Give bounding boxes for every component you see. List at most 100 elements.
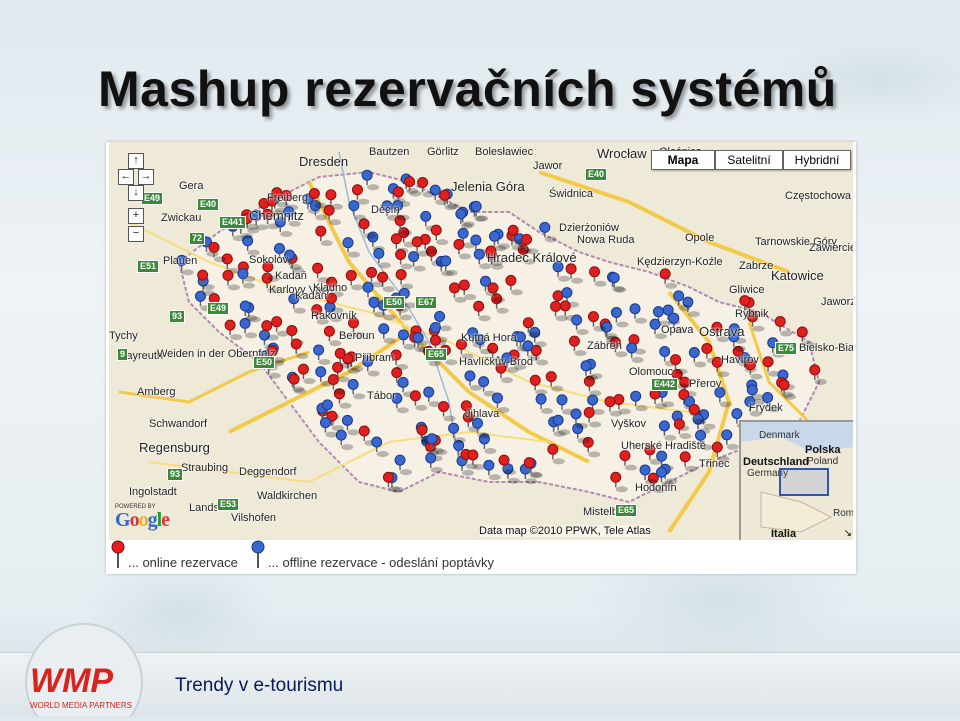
city-label: Uherské Hradiště <box>621 440 706 452</box>
city-label: Havlíčkův Brod <box>459 356 533 368</box>
arrow-left-icon[interactable]: ← <box>118 169 134 185</box>
online-marker[interactable] <box>774 316 793 337</box>
city-label: Freiberg <box>267 192 308 204</box>
plus-icon[interactable]: + <box>128 208 144 224</box>
city-label: Zawiercie <box>809 242 853 254</box>
offline-marker[interactable] <box>448 422 466 444</box>
arrow-down-icon[interactable]: ↓ <box>128 185 144 201</box>
map-type-button[interactable]: Mapa <box>651 150 715 170</box>
online-marker[interactable] <box>438 401 456 422</box>
city-label: Katowice <box>771 268 824 283</box>
online-marker[interactable] <box>679 451 698 472</box>
online-marker[interactable] <box>315 225 333 247</box>
road-sign: E67 <box>415 296 438 309</box>
road-sign: E65 <box>425 348 448 361</box>
city-label: Příbram <box>355 352 395 364</box>
offline-marker[interactable] <box>571 314 589 335</box>
online-marker[interactable] <box>491 293 509 314</box>
offline-marker[interactable] <box>371 436 389 458</box>
svg-text:WORLD MEDIA PARTNERS: WORLD MEDIA PARTNERS <box>30 701 132 710</box>
offline-marker[interactable] <box>610 306 629 328</box>
city-label: Ingolstadt <box>129 486 177 498</box>
offline-marker[interactable] <box>378 323 396 344</box>
city-label: Bolesławiec <box>475 146 534 158</box>
offline-marker[interactable] <box>714 386 732 408</box>
map-figure: BautzenGörlitzBolesławiecWrocławOleśnica… <box>106 142 856 574</box>
online-marker[interactable] <box>453 238 471 260</box>
resize-corner-icon[interactable]: ↘ <box>844 528 852 539</box>
online-marker[interactable] <box>312 262 330 284</box>
city-label: Sokolov <box>249 254 289 266</box>
online-marker[interactable] <box>224 319 243 341</box>
offline-marker[interactable] <box>721 429 739 450</box>
online-marker[interactable] <box>529 374 548 396</box>
overview-viewport[interactable] <box>779 468 829 496</box>
offline-marker[interactable] <box>361 169 380 191</box>
offline-marker[interactable] <box>423 386 441 408</box>
map-pin-icon <box>251 540 265 568</box>
online-marker[interactable] <box>358 218 377 239</box>
online-marker[interactable] <box>568 335 587 357</box>
road-sign: E50 <box>253 356 276 369</box>
online-marker[interactable] <box>588 266 607 287</box>
city-label: Opole <box>685 232 715 244</box>
legend-offline: ... offline rezervace - odeslání poptávk… <box>268 555 494 570</box>
offline-marker[interactable] <box>539 221 557 243</box>
map-copyright: Data map ©2010 PPWK, Tele Atlas <box>479 525 651 537</box>
offline-marker[interactable] <box>535 393 554 415</box>
overview-label-polska: Polska <box>805 444 841 456</box>
road-sign: 72 <box>189 232 206 245</box>
city-label: Kutná Hora <box>461 332 517 344</box>
online-marker[interactable] <box>619 450 637 471</box>
overview-label-denmark: Denmark <box>759 430 800 441</box>
offline-marker[interactable] <box>630 390 648 412</box>
road-sign: 9 <box>117 348 129 361</box>
offline-marker[interactable] <box>658 420 677 441</box>
arrow-right-icon[interactable]: → <box>138 169 154 185</box>
offline-marker[interactable] <box>394 454 413 476</box>
city-label: Wrocław <box>597 146 647 161</box>
offline-marker[interactable] <box>373 247 391 269</box>
online-marker[interactable] <box>565 263 584 284</box>
hybrid-type-button[interactable]: Hybridní <box>783 150 851 170</box>
offline-marker[interactable] <box>601 321 619 342</box>
online-marker[interactable] <box>290 338 309 359</box>
online-marker[interactable] <box>271 316 289 337</box>
online-marker[interactable] <box>345 269 364 291</box>
road-sign: 93 <box>169 310 186 323</box>
online-marker[interactable] <box>395 269 414 290</box>
road-sign: E51 <box>137 260 160 273</box>
arrow-up-icon[interactable]: ↑ <box>128 153 144 169</box>
minus-icon[interactable]: − <box>128 226 144 242</box>
road-sign: E53 <box>217 498 240 511</box>
city-label: Ostrava <box>699 324 745 339</box>
online-marker[interactable] <box>659 268 678 289</box>
online-marker[interactable] <box>522 317 541 338</box>
overview-map[interactable]: Denmark Deutschland Germany Polska Polan… <box>739 420 853 540</box>
city-label: Kadaň <box>275 270 307 282</box>
city-label: Hradec Králové <box>487 250 577 265</box>
city-label: Waldkirchen <box>257 490 318 502</box>
offline-marker[interactable] <box>342 237 361 258</box>
city-label: Rybnik <box>735 308 769 320</box>
city-label: Tychy <box>109 330 138 342</box>
offline-marker[interactable] <box>629 303 648 324</box>
online-marker[interactable] <box>762 356 781 377</box>
online-marker[interactable] <box>297 363 316 385</box>
offline-marker[interactable] <box>455 208 473 229</box>
online-marker[interactable] <box>545 371 564 392</box>
online-marker[interactable] <box>430 224 449 246</box>
online-marker[interactable] <box>505 274 523 296</box>
offline-marker[interactable] <box>313 344 331 365</box>
online-marker[interactable] <box>610 471 628 493</box>
satellite-type-button[interactable]: Satelitní <box>715 150 783 170</box>
online-marker[interactable] <box>473 300 491 322</box>
google-map[interactable]: BautzenGörlitzBolesławiecWrocławOleśnica… <box>109 142 853 540</box>
city-label: Deggendorf <box>239 466 297 478</box>
road-sign: E441 <box>219 216 247 229</box>
online-marker[interactable] <box>222 269 240 291</box>
online-marker[interactable] <box>809 364 827 385</box>
offline-marker[interactable] <box>347 378 366 400</box>
online-marker[interactable] <box>547 443 565 465</box>
offline-marker[interactable] <box>483 459 501 481</box>
